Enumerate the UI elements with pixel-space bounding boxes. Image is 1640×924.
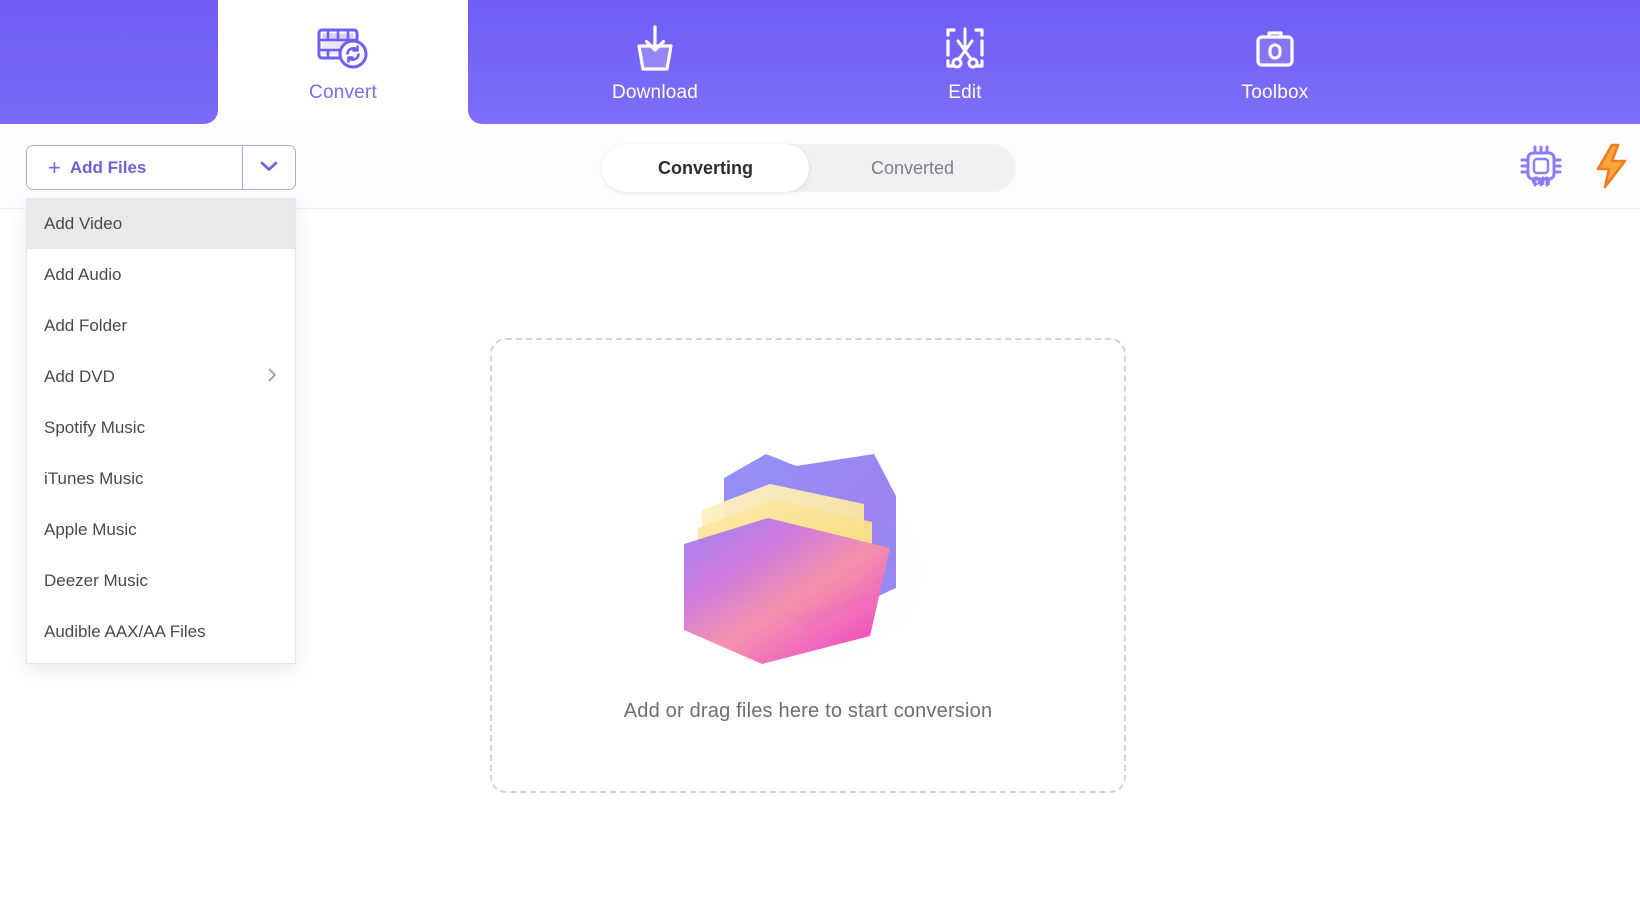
menu-item-label: iTunes Music [44, 468, 144, 488]
tab-download-label: Download [611, 82, 699, 103]
add-files-dropdown-toggle[interactable] [242, 146, 295, 189]
add-files-button[interactable]: + Add Files [27, 146, 242, 189]
menu-item-add-folder[interactable]: Add Folder [27, 300, 295, 351]
menu-item-label: Apple Music [44, 519, 137, 539]
menu-item-add-audio[interactable]: Add Audio [27, 249, 295, 300]
toolbar-right-icons: on [1514, 138, 1640, 198]
menu-item-label: Spotify Music [44, 417, 146, 437]
drop-zone-message: Add or drag files here to start conversi… [623, 700, 993, 722]
download-tray-icon [628, 20, 682, 78]
conversion-status-tabs: Converting Converted [602, 144, 1016, 192]
menu-item-label: Deezer Music [44, 570, 148, 590]
menu-item-spotify-music[interactable]: Spotify Music [27, 402, 295, 453]
menu-item-label: Add DVD [44, 366, 115, 386]
add-files-label: Add Files [69, 157, 147, 177]
top-navigation-bar: Convert Download Edit Toolbox [0, 0, 1640, 124]
chevron-down-icon [260, 159, 278, 177]
folder-files-icon [658, 392, 958, 677]
add-files-button-group: + Add Files [26, 145, 296, 190]
tab-converted-label: Converted [870, 157, 955, 178]
film-convert-icon [316, 20, 370, 78]
nav-left-purple-panel [0, 0, 218, 124]
high-speed-toggle[interactable] [1590, 139, 1636, 198]
gpu-acceleration-toggle[interactable]: on [1514, 139, 1568, 198]
menu-item-deezer-music[interactable]: Deezer Music [27, 555, 295, 606]
menu-item-label: Audible AAX/AA Files [44, 621, 206, 641]
menu-item-apple-music[interactable]: Apple Music [27, 504, 295, 555]
toolbox-icon [1249, 20, 1301, 78]
menu-item-label: Add Folder [44, 315, 128, 335]
chevron-right-icon [268, 368, 277, 386]
tab-convert-label: Convert [309, 82, 377, 103]
tab-toolbox[interactable]: Toolbox [1150, 0, 1400, 124]
tab-edit-label: Edit [948, 82, 982, 103]
tab-converting[interactable]: Converting [602, 144, 809, 192]
plus-icon: + [48, 154, 61, 180]
menu-item-label: Add Audio [44, 264, 122, 284]
menu-item-itunes-music[interactable]: iTunes Music [27, 453, 295, 504]
menu-item-add-dvd[interactable]: Add DVD [27, 351, 295, 402]
tab-convert[interactable]: Convert [218, 0, 468, 124]
file-drop-zone[interactable]: Add or drag files here to start conversi… [490, 338, 1126, 793]
menu-item-add-video[interactable]: Add Video [27, 198, 295, 249]
menu-item-audible-aax-aa-files[interactable]: Audible AAX/AA Files [27, 606, 295, 657]
tab-toolbox-label: Toolbox [1241, 82, 1309, 103]
scissors-crop-icon [938, 20, 992, 78]
menu-item-label: Add Video [44, 213, 123, 233]
add-files-dropdown-menu: Add Video Add Audio Add Folder Add DVD S… [26, 198, 296, 664]
tab-download[interactable]: Download [530, 0, 780, 124]
tab-edit[interactable]: Edit [840, 0, 1090, 124]
gpu-on-badge: on [1531, 172, 1551, 189]
tab-converting-label: Converting [657, 157, 753, 178]
tab-converted[interactable]: Converted [809, 144, 1016, 192]
